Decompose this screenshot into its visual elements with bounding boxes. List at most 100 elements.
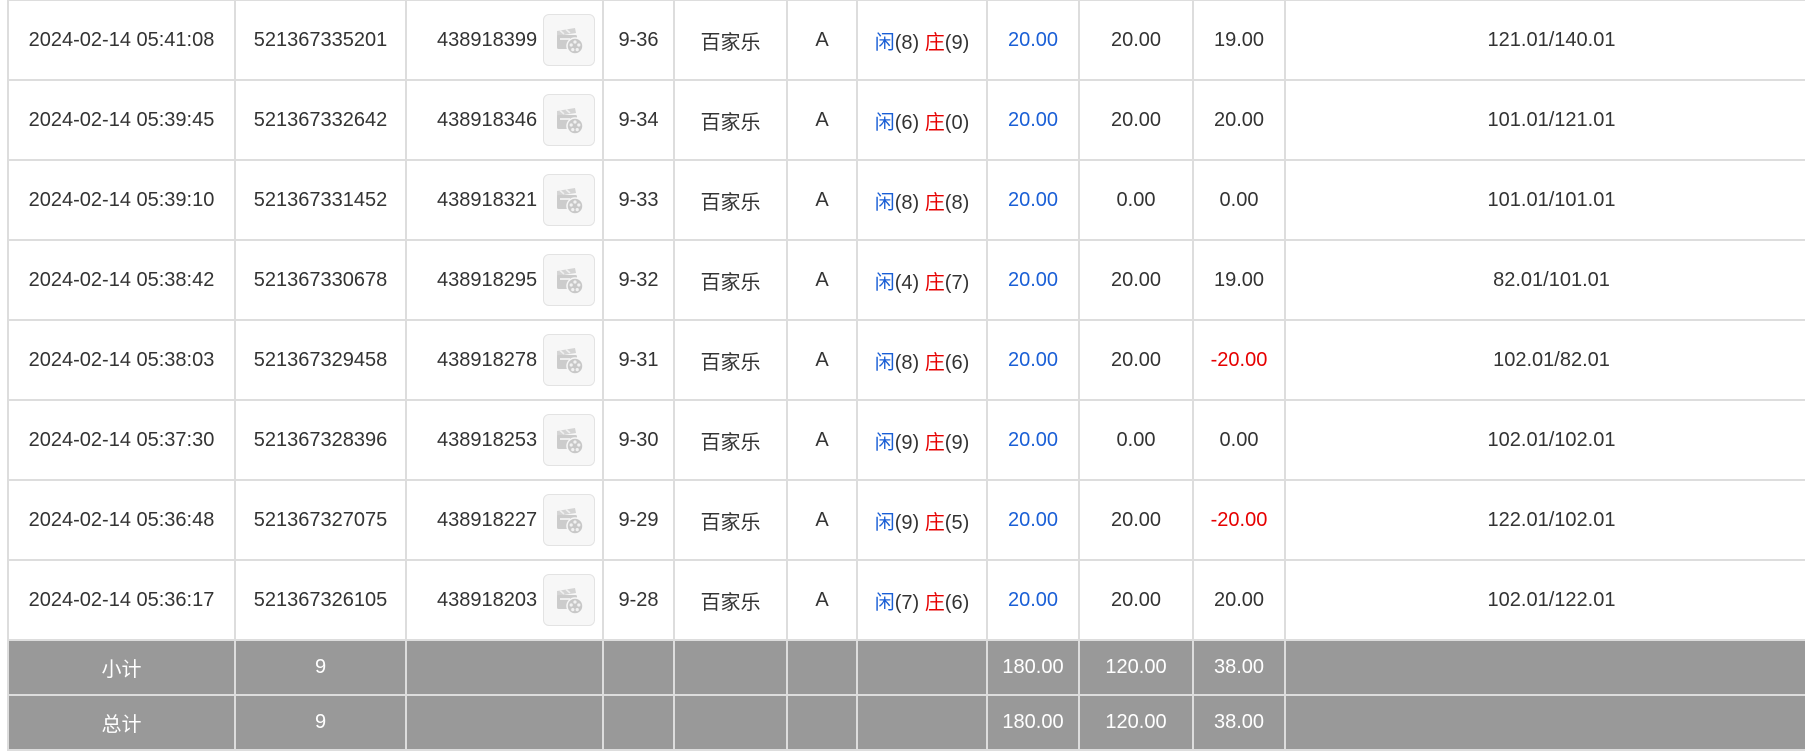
game-number: 438918203 xyxy=(437,588,538,611)
empty-cell xyxy=(856,694,988,751)
bet-time: 2024-02-14 05:36:17 xyxy=(7,559,236,641)
banker-label: 庄 xyxy=(924,31,945,54)
order-number: 521367327075 xyxy=(234,479,407,561)
shoe-round: 9-36 xyxy=(602,0,675,81)
subtotal-valid: 120.00 xyxy=(1078,639,1194,696)
player-value: (8) xyxy=(894,351,920,374)
player-label: 闲 xyxy=(874,351,895,374)
bet-amount: 20.00 xyxy=(986,319,1080,401)
video-replay-icon xyxy=(557,348,584,375)
result-cell: 闲(9) 庄(5) xyxy=(856,479,988,561)
bet-time: 2024-02-14 05:38:42 xyxy=(7,239,236,321)
total-label: 总计 xyxy=(7,694,236,751)
banker-value: (6) xyxy=(944,351,970,374)
game-number-cell: 438918346 xyxy=(405,79,604,161)
result-cell: 闲(8) 庄(6) xyxy=(856,319,988,401)
result-cell: 闲(8) 庄(8) xyxy=(856,159,988,241)
player-label: 闲 xyxy=(874,271,895,294)
order-number: 521367328396 xyxy=(234,399,407,481)
player-value: (7) xyxy=(894,591,920,614)
win-loss: 19.00 xyxy=(1192,0,1286,81)
video-replay-button[interactable] xyxy=(543,174,596,226)
order-number: 521367326105 xyxy=(234,559,407,641)
empty-cell xyxy=(1284,694,1805,751)
valid-bet: 20.00 xyxy=(1078,319,1194,401)
empty-cell xyxy=(786,694,858,751)
shoe-round: 9-30 xyxy=(602,399,675,481)
video-replay-button[interactable] xyxy=(543,414,596,466)
empty-cell xyxy=(405,694,604,751)
valid-bet: 20.00 xyxy=(1078,479,1194,561)
table-row: 2024-02-14 05:41:08 521367335201 4389183… xyxy=(7,0,1805,81)
empty-cell xyxy=(1284,639,1805,696)
game-number: 438918253 xyxy=(437,428,538,451)
empty-cell xyxy=(786,639,858,696)
balance-before-after: 101.01/101.01 xyxy=(1284,159,1805,241)
win-loss: -20.00 xyxy=(1192,319,1286,401)
table-row: 2024-02-14 05:37:30 521367328396 4389182… xyxy=(7,399,1805,481)
table-row: 2024-02-14 05:38:03 521367329458 4389182… xyxy=(7,319,1805,401)
game-number-cell: 438918227 xyxy=(405,479,604,561)
result-cell: 闲(4) 庄(7) xyxy=(856,239,988,321)
table-code: A xyxy=(786,239,858,321)
valid-bet: 20.00 xyxy=(1078,239,1194,321)
game-type: 百家乐 xyxy=(673,559,788,641)
empty-cell xyxy=(673,639,788,696)
order-number: 521367329458 xyxy=(234,319,407,401)
bet-time: 2024-02-14 05:39:10 xyxy=(7,159,236,241)
banker-value: (6) xyxy=(944,591,970,614)
table-code: A xyxy=(786,79,858,161)
banker-value: (9) xyxy=(944,431,970,454)
banker-label: 庄 xyxy=(924,271,945,294)
balance-before-after: 102.01/102.01 xyxy=(1284,399,1805,481)
banker-label: 庄 xyxy=(924,111,945,134)
player-value: (9) xyxy=(894,431,920,454)
player-value: (8) xyxy=(894,191,920,214)
video-replay-icon xyxy=(557,108,584,135)
player-value: (4) xyxy=(894,271,920,294)
total-count: 9 xyxy=(234,694,407,751)
empty-cell xyxy=(856,639,988,696)
balance-before-after: 102.01/82.01 xyxy=(1284,319,1805,401)
table-row: 2024-02-14 05:36:17 521367326105 4389182… xyxy=(7,559,1805,641)
banker-value: (9) xyxy=(944,31,970,54)
game-type: 百家乐 xyxy=(673,79,788,161)
win-loss: 19.00 xyxy=(1192,239,1286,321)
banker-label: 庄 xyxy=(924,511,945,534)
video-replay-icon xyxy=(557,508,584,535)
empty-cell xyxy=(405,639,604,696)
video-replay-button[interactable] xyxy=(543,574,596,626)
video-replay-icon xyxy=(557,28,584,55)
player-value: (9) xyxy=(894,511,920,534)
valid-bet: 20.00 xyxy=(1078,79,1194,161)
bet-time: 2024-02-14 05:37:30 xyxy=(7,399,236,481)
total-row: 总计 9 180.00 120.00 38.00 xyxy=(7,694,1805,751)
video-replay-button[interactable] xyxy=(543,334,596,386)
bet-time: 2024-02-14 05:36:48 xyxy=(7,479,236,561)
video-replay-button[interactable] xyxy=(543,94,596,146)
bet-amount: 20.00 xyxy=(986,0,1080,81)
valid-bet: 20.00 xyxy=(1078,559,1194,641)
banker-label: 庄 xyxy=(924,351,945,374)
video-replay-button[interactable] xyxy=(543,494,596,546)
balance-before-after: 102.01/122.01 xyxy=(1284,559,1805,641)
game-type: 百家乐 xyxy=(673,0,788,81)
order-number: 521367330678 xyxy=(234,239,407,321)
bet-time: 2024-02-14 05:38:03 xyxy=(7,319,236,401)
game-number: 438918346 xyxy=(437,108,538,131)
valid-bet: 0.00 xyxy=(1078,399,1194,481)
table-code: A xyxy=(786,479,858,561)
player-label: 闲 xyxy=(874,431,895,454)
valid-bet: 0.00 xyxy=(1078,159,1194,241)
balance-before-after: 122.01/102.01 xyxy=(1284,479,1805,561)
win-loss: 0.00 xyxy=(1192,399,1286,481)
game-number: 438918295 xyxy=(437,268,538,291)
video-replay-button[interactable] xyxy=(543,14,596,66)
game-number-cell: 438918399 xyxy=(405,0,604,81)
video-replay-button[interactable] xyxy=(543,254,596,306)
game-number-cell: 438918203 xyxy=(405,559,604,641)
game-number-cell: 438918253 xyxy=(405,399,604,481)
player-label: 闲 xyxy=(874,591,895,614)
win-loss: 20.00 xyxy=(1192,79,1286,161)
game-type: 百家乐 xyxy=(673,239,788,321)
